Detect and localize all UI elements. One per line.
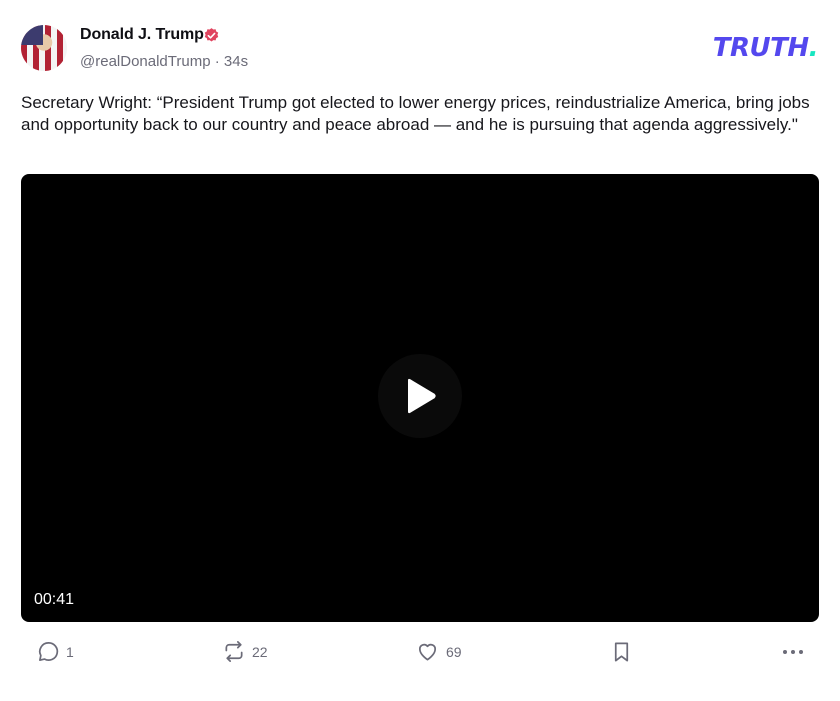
video-player[interactable]: 00:41 [21, 174, 819, 622]
post-timestamp[interactable]: 34s [224, 53, 248, 70]
post-text: Secretary Wright: “President Trump got e… [21, 93, 810, 134]
logo-text: TRUTH [712, 33, 809, 63]
video-duration: 00:41 [34, 591, 75, 608]
retruth-button[interactable]: 22 [222, 640, 268, 663]
retruth-icon [225, 641, 243, 662]
more-options-button[interactable] [781, 640, 805, 664]
like-button[interactable]: 69 [415, 640, 462, 663]
retruth-count: 22 [252, 643, 268, 660]
bookmark-icon [614, 642, 629, 662]
like-count: 69 [446, 643, 462, 660]
heart-icon [418, 643, 437, 661]
author-avatar[interactable] [21, 25, 67, 71]
truth-logo[interactable]: TRUTH. [712, 33, 819, 63]
play-icon [408, 378, 436, 414]
reply-icon [38, 642, 59, 661]
logo-dot: . [808, 33, 819, 63]
author-display-name[interactable]: Donald J. Trump [80, 26, 204, 44]
verified-badge-icon [204, 28, 219, 42]
bookmark-button[interactable] [610, 640, 633, 664]
post-actions: 1 22 69 [0, 640, 840, 674]
reply-button[interactable]: 1 [37, 640, 74, 663]
author-handle[interactable]: @realDonaldTrump [80, 53, 211, 70]
more-options-icon [783, 650, 803, 654]
meta-separator: · [214, 53, 220, 70]
author-meta: @realDonaldTrump · 34s [80, 53, 248, 70]
reply-count: 1 [66, 643, 74, 660]
play-button[interactable] [378, 354, 462, 438]
